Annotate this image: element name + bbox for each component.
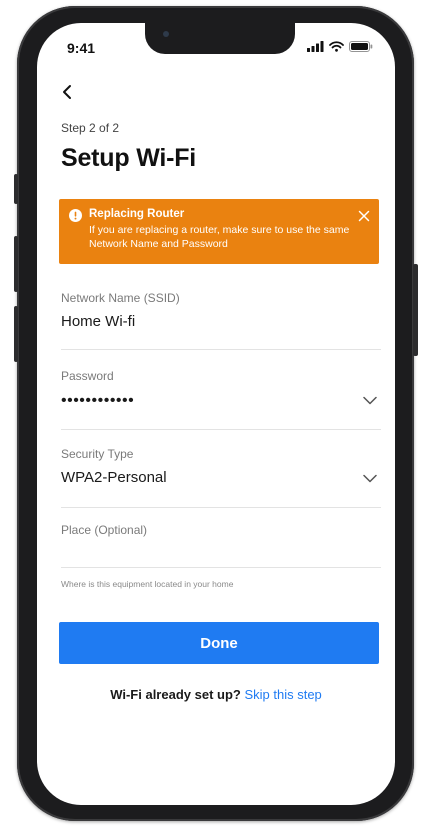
done-button[interactable]: Done: [59, 622, 379, 664]
page-title: Setup Wi-Fi: [61, 144, 197, 172]
ssid-value: Home Wi-fi: [61, 313, 136, 330]
back-button[interactable]: [57, 81, 79, 103]
skip-step-link[interactable]: Skip this step: [244, 687, 321, 702]
screen: 9:41 Step 2 of 2 Setup Wi-Fi Replacing R…: [37, 23, 395, 805]
place-field[interactable]: Place (Optional): [61, 523, 381, 568]
banner-message: If you are replacing a router, make sure…: [89, 224, 350, 250]
notch: [145, 23, 295, 54]
step-indicator: Step 2 of 2: [61, 121, 120, 135]
skip-prompt: Wi-Fi already set up?: [110, 687, 241, 702]
password-value: ••••••••••••: [61, 392, 135, 409]
close-icon: [358, 210, 370, 222]
security-type-value: WPA2-Personal: [61, 469, 167, 486]
security-type-select[interactable]: Security Type WPA2-Personal: [61, 447, 381, 508]
battery-icon: [349, 41, 373, 52]
banner-close-button[interactable]: [358, 209, 370, 222]
page: 9:41 Step 2 of 2 Setup Wi-Fi Replacing R…: [0, 0, 425, 827]
security-type-label: Security Type: [61, 447, 134, 461]
power-button: [413, 264, 418, 356]
chevron-down-icon[interactable]: [363, 396, 377, 405]
warning-icon: [69, 209, 82, 222]
skip-row: Wi-Fi already set up? Skip this step: [37, 687, 395, 702]
signal-icon: [307, 41, 324, 52]
banner-title: Replacing Router: [89, 208, 185, 220]
camera-icon: [163, 31, 169, 37]
volume-up-button: [14, 236, 18, 292]
password-label: Password: [61, 369, 114, 383]
place-label: Place (Optional): [61, 523, 148, 537]
replacing-router-banner: Replacing Router If you are replacing a …: [59, 199, 379, 264]
mute-switch: [14, 174, 18, 204]
wifi-icon: [329, 41, 344, 52]
volume-down-button: [14, 306, 18, 362]
chevron-left-icon: [63, 85, 71, 99]
password-field[interactable]: Password ••••••••••••: [61, 369, 381, 430]
ssid-label: Network Name (SSID): [61, 291, 180, 305]
phone-frame: 9:41 Step 2 of 2 Setup Wi-Fi Replacing R…: [14, 6, 418, 821]
place-hint: Where is this equipment located in your …: [61, 579, 234, 589]
chevron-down-icon: [363, 474, 377, 483]
ssid-field[interactable]: Network Name (SSID) Home Wi-fi: [61, 291, 381, 350]
status-time: 9:41: [67, 40, 96, 56]
status-icons: [307, 41, 373, 52]
